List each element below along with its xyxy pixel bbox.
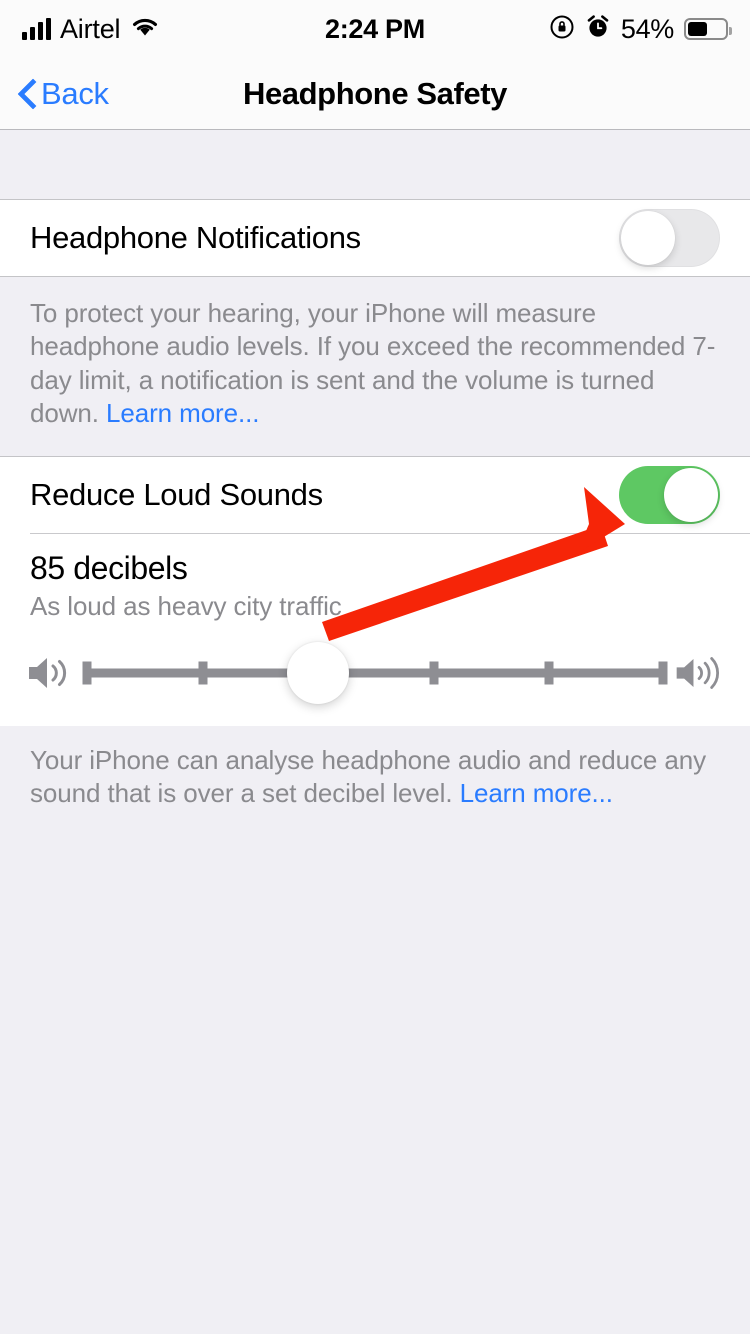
toggle-knob xyxy=(621,211,675,265)
learn-more-link[interactable]: Learn more... xyxy=(460,778,613,808)
status-bar: Airtel 2:24 PM 54% xyxy=(0,0,750,58)
reduce-loud-sounds-group: Reduce Loud Sounds 85 decibels As loud a… xyxy=(0,457,750,727)
battery-percentage: 54% xyxy=(620,13,674,44)
status-bar-right: 54% xyxy=(549,13,732,45)
learn-more-link[interactable]: Learn more... xyxy=(106,398,259,428)
carrier-name: Airtel xyxy=(60,13,121,44)
headphone-notifications-label: Headphone Notifications xyxy=(30,220,361,255)
chevron-left-icon xyxy=(18,79,35,109)
reduce-loud-sounds-row[interactable]: Reduce Loud Sounds xyxy=(0,457,750,534)
status-bar-left: Airtel xyxy=(22,14,161,45)
toggle-knob xyxy=(664,468,718,523)
decibel-subtitle: As loud as heavy city traffic xyxy=(30,591,342,622)
slider-thumb[interactable] xyxy=(286,642,349,705)
slider-tick xyxy=(82,661,92,685)
iphone-screen: Airtel 2:24 PM 54% Back Headphone Safety… xyxy=(0,0,750,1334)
empty-area xyxy=(0,830,750,1334)
reduce-loud-sounds-toggle[interactable] xyxy=(619,466,720,525)
rotation-lock-icon xyxy=(549,14,575,45)
decibel-slider-row xyxy=(0,622,750,727)
navigation-bar: Back Headphone Safety xyxy=(0,58,750,130)
back-button[interactable]: Back xyxy=(18,76,109,112)
slider-track xyxy=(84,668,666,678)
headphone-notifications-toggle[interactable] xyxy=(619,209,720,267)
slider-tick xyxy=(198,661,208,685)
wifi-icon xyxy=(129,15,161,44)
decibel-level-block: 85 decibels As loud as heavy city traffi… xyxy=(0,534,750,623)
headphone-notifications-row[interactable]: Headphone Notifications xyxy=(0,200,750,276)
battery-icon xyxy=(684,18,732,40)
slider-tick xyxy=(544,661,554,685)
page-title: Headphone Safety xyxy=(242,75,508,111)
cellular-bars-icon xyxy=(22,18,51,40)
reduce-loud-sounds-footer: Your iPhone can analyse headphone audio … xyxy=(0,726,750,831)
decibel-value: 85 decibels xyxy=(30,550,188,587)
speaker-high-volume-icon xyxy=(672,650,728,696)
slider-tick xyxy=(658,661,667,685)
decibel-slider[interactable] xyxy=(82,642,667,705)
alarm-clock-icon xyxy=(585,14,611,45)
reduce-loud-sounds-label: Reduce Loud Sounds xyxy=(30,477,323,513)
slider-tick xyxy=(429,661,439,685)
headphone-notifications-group: Headphone Notifications xyxy=(0,200,750,276)
back-button-label: Back xyxy=(41,75,109,111)
headphone-notifications-footer: To protect your hearing, your iPhone wil… xyxy=(0,277,750,457)
section-spacer-top xyxy=(0,130,750,200)
speaker-low-volume-icon xyxy=(22,650,78,696)
